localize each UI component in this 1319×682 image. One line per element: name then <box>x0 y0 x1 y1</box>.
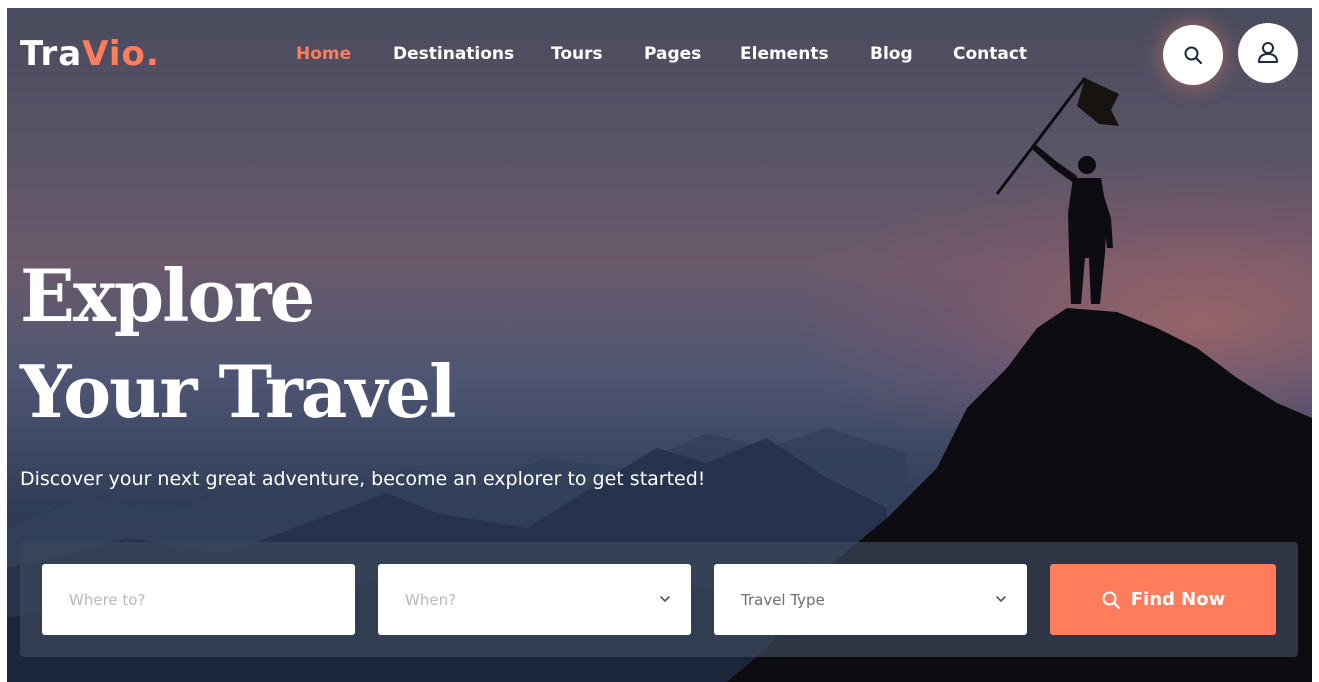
nav-item-blog[interactable]: Blog <box>870 44 913 64</box>
hero-headline: Explore Your Travel <box>20 248 456 440</box>
search-icon <box>1102 591 1120 609</box>
destination-input[interactable] <box>42 564 355 635</box>
date-select[interactable]: When? <box>378 564 691 635</box>
date-select-placeholder: When? <box>405 590 457 609</box>
user-icon <box>1258 42 1278 63</box>
find-now-label: Find Now <box>1130 589 1226 610</box>
chevron-down-icon <box>996 596 1006 603</box>
nav-item-tours[interactable]: Tours <box>551 44 603 64</box>
nav-item-pages[interactable]: Pages <box>644 44 701 64</box>
search-icon <box>1184 46 1203 65</box>
nav-item-destinations[interactable]: Destinations <box>393 44 514 64</box>
logo-text-accent: Vio. <box>82 34 160 74</box>
nav-item-contact[interactable]: Contact <box>953 44 1027 64</box>
site-logo[interactable]: TraVio. <box>20 34 160 74</box>
chevron-down-icon <box>660 596 670 603</box>
hero-section: TraVio. Home Destinations Tours Pages El… <box>7 8 1312 682</box>
header-search-button[interactable] <box>1163 25 1223 85</box>
nav-item-elements[interactable]: Elements <box>740 44 829 64</box>
travel-type-value: Travel Type <box>741 590 825 609</box>
search-form: When? Travel Type Find Now <box>20 542 1298 657</box>
headline-line-1: Explore <box>20 253 315 338</box>
hero-subtitle: Discover your next great adventure, beco… <box>20 468 706 490</box>
find-now-button[interactable]: Find Now <box>1050 564 1276 635</box>
travel-type-select[interactable]: Travel Type <box>714 564 1027 635</box>
logo-text-main: Tra <box>20 34 83 74</box>
nav-item-home[interactable]: Home <box>296 44 351 64</box>
header-user-button[interactable] <box>1238 23 1298 83</box>
headline-line-2: Your Travel <box>20 349 456 434</box>
